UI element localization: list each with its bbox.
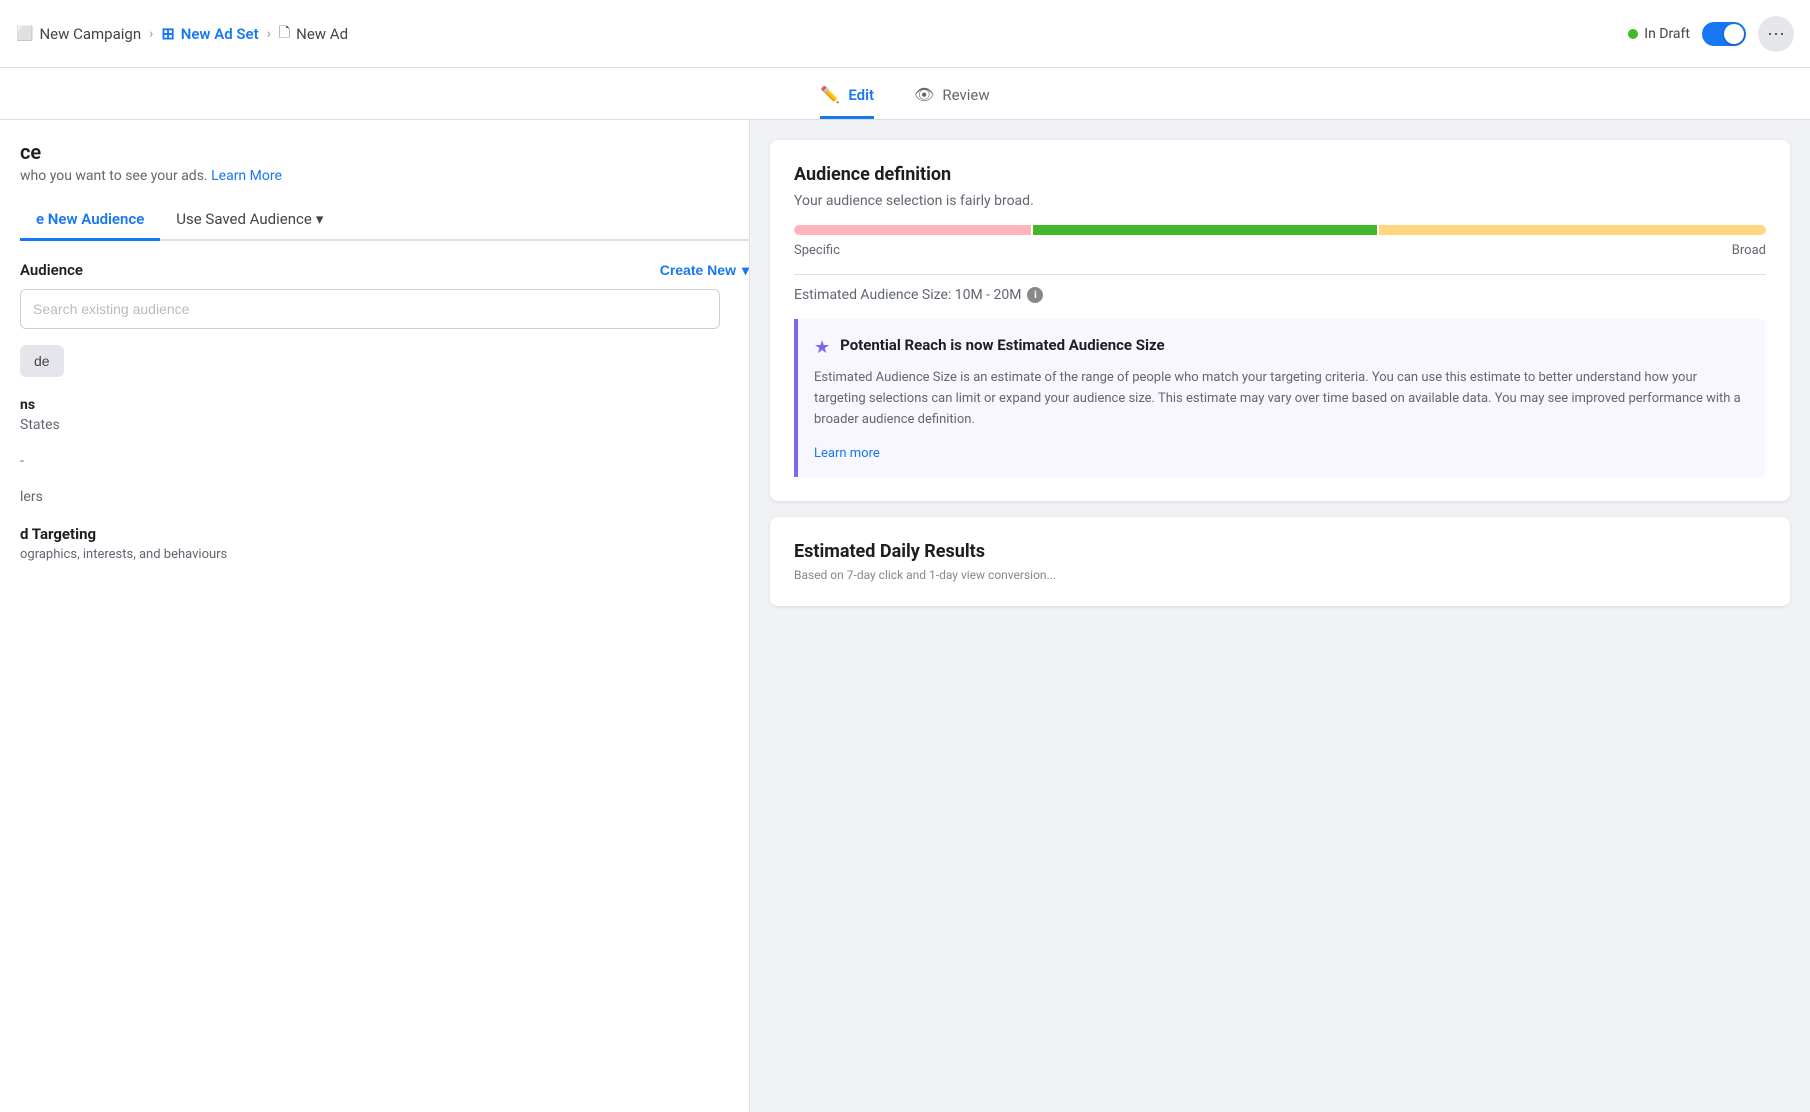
locations-section: ns States [20, 397, 749, 433]
meter-labels: Specific Broad [794, 243, 1766, 258]
saved-audience-label: Use Saved Audience [176, 210, 312, 228]
breadcrumb: ⬜ New Campaign › ⊞ New Ad Set › 🗋 New Ad [16, 22, 1628, 46]
notice-learn-more-link[interactable]: Learn more [814, 446, 880, 461]
info-icon[interactable]: i [1027, 287, 1043, 303]
draft-dot [1628, 29, 1638, 39]
exclude-label: de [34, 353, 50, 369]
more-options-button[interactable]: ··· [1758, 16, 1794, 52]
edit-icon: ✏️ [820, 85, 840, 104]
ad-label: New Ad [296, 25, 348, 43]
detailed-targeting-title: d Targeting [20, 525, 749, 543]
adset-label: New Ad Set [181, 25, 259, 43]
subtitle-text: who you want to see your ads. [20, 168, 208, 184]
adset-grid-icon: ⊞ [161, 24, 174, 43]
behaviors-section: lers [20, 489, 749, 505]
audience-section-label: Audience [20, 261, 83, 279]
breadcrumb-campaign[interactable]: ⬜ New Campaign [16, 25, 141, 43]
breadcrumb-sep-2: › [267, 26, 271, 42]
daily-results-sub: Based on 7-day click and 1-day view conv… [794, 568, 1766, 582]
breadcrumb-sep-1: › [149, 26, 153, 42]
audience-meter [794, 225, 1766, 235]
breadcrumb-adset[interactable]: ⊞ New Ad Set [161, 24, 258, 43]
audience-def-subtitle: Your audience selection is fairly broad. [794, 193, 1766, 209]
top-bar: ⬜ New Campaign › ⊞ New Ad Set › 🗋 New Ad… [0, 0, 1810, 68]
main-content: ce who you want to see your ads. Learn M… [0, 120, 1810, 1112]
left-panel: ce who you want to see your ads. Learn M… [0, 120, 750, 1112]
detailed-targeting-section: d Targeting ographics, interests, and be… [20, 525, 749, 562]
meter-middle [1033, 225, 1377, 235]
tab-edit-label: Edit [848, 86, 874, 104]
meter-broad-label: Broad [1732, 243, 1766, 258]
tab-review[interactable]: 👁 Review [914, 85, 990, 119]
section-title: ce [20, 140, 749, 164]
daily-results-card: Estimated Daily Results Based on 7-day c… [770, 517, 1790, 606]
top-bar-right: In Draft ··· [1628, 16, 1794, 52]
campaign-icon: ⬜ [16, 26, 33, 42]
draft-status: In Draft [1628, 26, 1690, 42]
meter-specific [794, 225, 1031, 235]
right-panel: Audience definition Your audience select… [750, 120, 1810, 1112]
tab-edit[interactable]: ✏️ Edit [820, 85, 874, 119]
audience-def-title: Audience definition [794, 164, 1766, 185]
review-icon: 👁 [914, 85, 934, 104]
tab-review-label: Review [942, 86, 989, 104]
learn-more-link[interactable]: Learn More [211, 168, 282, 184]
tab-saved-audience[interactable]: Use Saved Audience ▾ [160, 200, 339, 241]
notice-title: Potential Reach is now Estimated Audienc… [840, 335, 1164, 356]
audience-tabs: e New Audience Use Saved Audience ▾ [20, 200, 749, 241]
age-value: - [20, 453, 749, 469]
draft-label: In Draft [1644, 26, 1690, 42]
est-size-label: Estimated Audience Size: 10M - 20M [794, 287, 1021, 303]
meter-broad [1379, 225, 1766, 235]
notice-body: Estimated Audience Size is an estimate o… [814, 368, 1750, 430]
draft-toggle[interactable] [1702, 22, 1746, 46]
breadcrumb-ad[interactable]: 🗋 New Ad [279, 22, 348, 46]
daily-results-title: Estimated Daily Results [794, 541, 1766, 562]
behaviors-value: lers [20, 489, 749, 505]
chevron-down-icon: ▾ [316, 210, 324, 228]
exclude-button[interactable]: de [20, 345, 64, 377]
chevron-down-icon-2: ▾ [742, 262, 749, 279]
notice-header: ★ Potential Reach is now Estimated Audie… [814, 335, 1750, 358]
ad-doc-icon: 🗋 [279, 22, 290, 46]
new-audience-label: e New Audience [36, 210, 144, 228]
search-audience-input[interactable] [20, 289, 720, 329]
tabs-bar: ✏️ Edit 👁 Review [0, 68, 1810, 120]
section-subtitle: who you want to see your ads. Learn More [20, 168, 749, 184]
create-new-button[interactable]: Create New ▾ [660, 262, 749, 279]
divider-1 [794, 274, 1766, 275]
campaign-label: New Campaign [39, 25, 141, 43]
audience-definition-card: Audience definition Your audience select… [770, 140, 1790, 501]
age-section: - [20, 453, 749, 469]
locations-value: States [20, 417, 749, 433]
tab-new-audience[interactable]: e New Audience [20, 200, 160, 241]
notice-box: ★ Potential Reach is now Estimated Audie… [794, 319, 1766, 477]
audience-section-header: Audience Create New ▾ [20, 261, 749, 279]
locations-label: ns [20, 397, 749, 413]
detailed-targeting-sub: ographics, interests, and behaviours [20, 547, 749, 562]
star-icon: ★ [814, 337, 830, 358]
est-size: Estimated Audience Size: 10M - 20M i [794, 287, 1766, 303]
meter-specific-label: Specific [794, 243, 840, 258]
create-new-label: Create New [660, 262, 736, 278]
